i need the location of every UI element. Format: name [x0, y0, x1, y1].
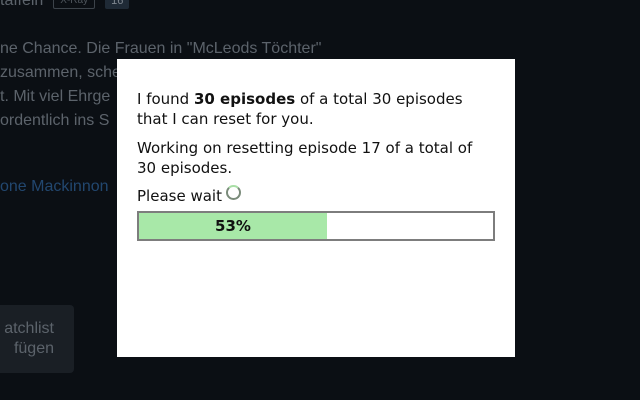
add-to-watchlist-button[interactable]: atchlist fügen [0, 305, 74, 373]
description-line-2: zusammen, sche [0, 64, 121, 81]
please-wait-label: Please wait [137, 187, 222, 205]
age-rating-badge: 16 [105, 0, 130, 9]
description-line-1: ne Chance. Die Frauen in "McLeods Töchte… [0, 40, 322, 57]
reset-progress-dialog: I found 30 episodes of a total 30 episod… [117, 59, 515, 357]
cast-link[interactable]: one Mackinnon [0, 178, 109, 196]
found-count: 30 episodes [193, 90, 296, 108]
description-line-4: ordentlich ins S [0, 112, 110, 129]
loading-spinner-icon [225, 184, 241, 200]
working-status-text: Working on resetting episode 17 of a tot… [137, 139, 473, 177]
found-prefix: I found [137, 90, 194, 108]
wait-row: Please wait [137, 184, 495, 205]
found-episodes-text: I found 30 episodes of a total 30 episod… [137, 89, 495, 129]
watchlist-label-line-1: atchlist [4, 320, 54, 337]
meta-text: taffeln [0, 0, 44, 9]
progress-percent-label: 53% [215, 217, 251, 235]
watchlist-label-line-2: fügen [13, 340, 54, 357]
xray-badge: X-Ray [53, 0, 96, 9]
description-line-3: t. Mit viel Ehrge [0, 88, 111, 105]
episode-meta-row: taffeln X-Ray 16 [0, 0, 130, 10]
progress-bar: 53% [137, 211, 495, 241]
